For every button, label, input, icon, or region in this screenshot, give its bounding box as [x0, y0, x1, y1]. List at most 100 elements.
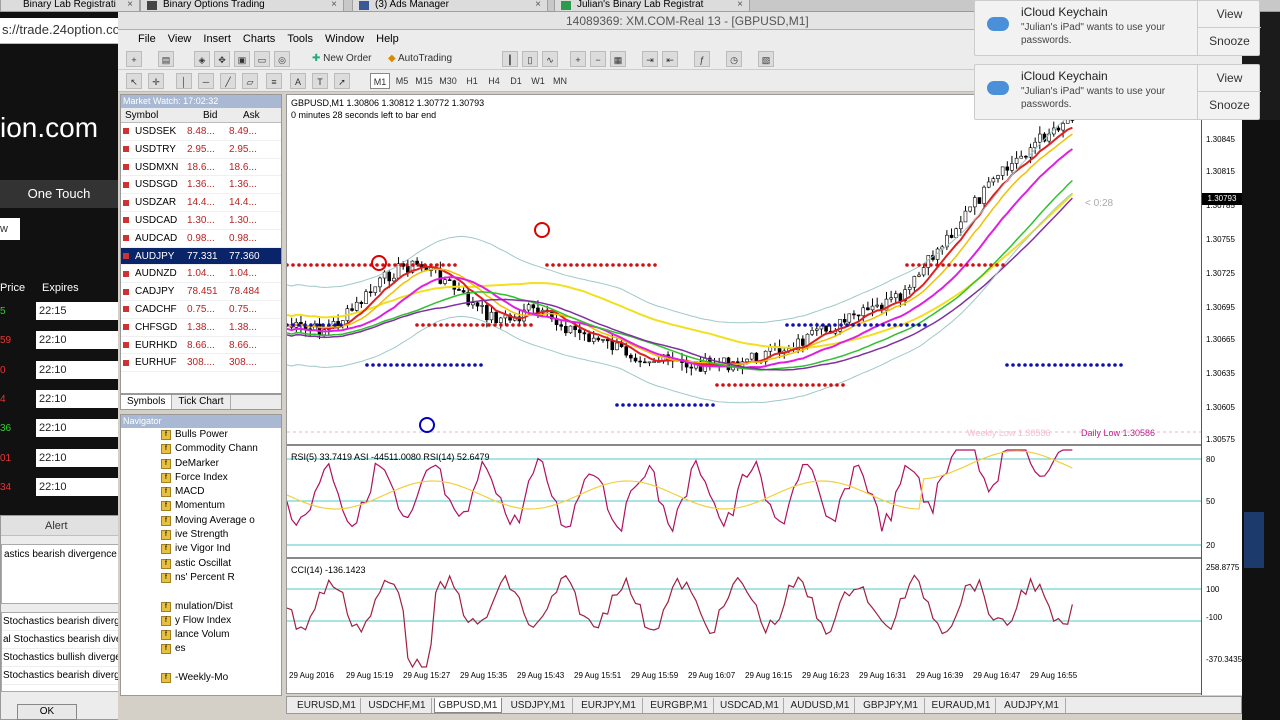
navigator-item[interactable]: f ive Strength — [121, 528, 281, 542]
market-watch-row[interactable]: AUDNZD 1.04... 1.04... — [121, 265, 281, 284]
menu-help[interactable]: Help — [370, 30, 405, 48]
navigator-item[interactable]: f ive Vigor Ind — [121, 542, 281, 556]
chart-tab[interactable]: EURJPY,M1 — [575, 698, 643, 713]
text-icon[interactable]: A — [290, 73, 306, 89]
browser-tab[interactable]: (3) Ads Manager × — [352, 0, 548, 12]
timeframe-m15[interactable]: M15 — [414, 73, 434, 89]
menu-file[interactable]: File — [132, 30, 162, 48]
market-watch-row[interactable]: USDMXN 18.6... 18.6... — [121, 159, 281, 177]
view-button[interactable]: View — [1197, 65, 1261, 92]
timeframe-d1[interactable]: D1 — [506, 73, 526, 89]
view-button[interactable]: View — [1197, 1, 1261, 28]
navigator-item[interactable] — [121, 657, 281, 671]
expires-select[interactable]: 22:10 — [36, 389, 118, 408]
fibonacci-icon[interactable]: ≡ — [266, 73, 282, 89]
browser-tab[interactable]: Binary Lab Registrati × — [0, 0, 140, 12]
tester-icon[interactable]: ◎ — [274, 51, 290, 67]
periods-icon[interactable]: ◷ — [726, 51, 742, 67]
navigator-item[interactable]: f lance Volum — [121, 628, 281, 642]
bid-column-header[interactable]: Bid — [203, 108, 217, 123]
expires-select[interactable]: 22:10 — [36, 360, 118, 379]
navigator-icon[interactable]: ▣ — [234, 51, 250, 67]
vertical-line-icon[interactable]: │ — [176, 73, 192, 89]
navigator-item[interactable]: f Momentum — [121, 499, 281, 513]
profiles-icon[interactable]: ▤ — [158, 51, 174, 67]
chart-tab[interactable]: GBPUSD,M1 — [434, 698, 502, 713]
bar-chart-icon[interactable]: ┃ — [502, 51, 518, 67]
close-icon[interactable]: × — [737, 0, 743, 10]
symbol-column-header[interactable]: Symbol — [125, 108, 158, 123]
market-watch-row[interactable]: AUDJPY 77.331 77.360 — [121, 247, 281, 266]
browser-tab[interactable]: Julian's Binary Lab Registrat × — [554, 0, 750, 12]
new-chart-icon[interactable]: + — [126, 51, 142, 67]
navigator-item[interactable]: f Bulls Power — [121, 428, 281, 442]
new-order-button[interactable]: ✚ New Order — [312, 51, 378, 67]
channel-icon[interactable]: ▱ — [242, 73, 258, 89]
navigator-item[interactable]: f ns' Percent R — [121, 571, 281, 585]
market-watch-row[interactable]: CHFSGD 1.38... 1.38... — [121, 319, 281, 337]
timeframe-m30[interactable]: M30 — [438, 73, 458, 89]
expires-select[interactable]: 22:10 — [36, 419, 118, 438]
text-label-icon[interactable]: T — [312, 73, 328, 89]
chart-tab[interactable]: USDCHF,M1 — [364, 698, 432, 713]
expires-select[interactable]: 22:10 — [36, 331, 118, 350]
market-watch-row[interactable]: CADJPY 78.451 78.484 — [121, 283, 281, 301]
navigator-item[interactable]: f DeMarker — [121, 457, 281, 471]
web-button[interactable]: w — [0, 218, 20, 240]
market-watch-row[interactable]: USDCAD 1.30... 1.30... — [121, 212, 281, 230]
market-watch-row[interactable]: EURHKD 8.66... 8.66... — [121, 337, 281, 355]
cursor-icon[interactable]: ↖ — [126, 73, 142, 89]
market-watch-row[interactable]: USDTRY 2.95... 2.95... — [121, 141, 281, 159]
templates-icon[interactable]: ▧ — [758, 51, 774, 67]
navigator-item[interactable]: f Force Index — [121, 471, 281, 485]
chart-tab[interactable]: AUDJPY,M1 — [998, 698, 1066, 713]
trendline-icon[interactable]: ╱ — [220, 73, 236, 89]
auto-trading-button[interactable]: ◆ AutoTrading — [388, 51, 480, 67]
timeframe-m1[interactable]: M1 — [370, 73, 390, 89]
snooze-button[interactable]: Snooze — [1197, 28, 1261, 55]
market-watch-row[interactable]: AUDCAD 0.98... 0.98... — [121, 230, 281, 248]
navigator-item[interactable]: f y Flow Index — [121, 614, 281, 628]
navigator-item[interactable]: f es — [121, 642, 281, 656]
navigator-item[interactable]: f -Weekly-Mo — [121, 671, 281, 685]
url-bar[interactable]: s://trade.24option.co — [0, 18, 118, 44]
data-window-icon[interactable]: ✥ — [214, 51, 230, 67]
expires-select[interactable]: 22:15 — [36, 302, 118, 320]
timeframe-w1[interactable]: W1 — [528, 73, 548, 89]
autoscroll-icon[interactable]: ⇥ — [642, 51, 658, 67]
chart-tab[interactable]: USDJPY,M1 — [505, 698, 573, 713]
close-icon[interactable]: × — [535, 0, 541, 10]
candlestick-icon[interactable]: ▯ — [522, 51, 538, 67]
navigator-item[interactable]: f astic Oscillat — [121, 557, 281, 571]
browser-tab[interactable]: Binary Options Trading × — [140, 0, 344, 12]
chart-tab[interactable]: AUDUSD,M1 — [787, 698, 855, 713]
chart-tab[interactable]: EURAUD,M1 — [928, 698, 996, 713]
timeframe-h4[interactable]: H4 — [484, 73, 504, 89]
timeframe-h1[interactable]: H1 — [462, 73, 482, 89]
timeframe-mn[interactable]: MN — [550, 73, 570, 89]
line-chart-icon[interactable]: ∿ — [542, 51, 558, 67]
chart-shift-icon[interactable]: ⇤ — [662, 51, 678, 67]
snooze-button[interactable]: Snooze — [1197, 92, 1261, 119]
price-scale[interactable]: 1.30845 1.30815 1.30785 1.30755 1.30725 1.306… — [1201, 95, 1243, 695]
menu-window[interactable]: Window — [319, 30, 370, 48]
menu-tools[interactable]: Tools — [281, 30, 319, 48]
pane-divider[interactable] — [287, 557, 1201, 559]
market-watch-row[interactable]: USDZAR 14.4... 14.4... — [121, 194, 281, 212]
navigator-item[interactable] — [121, 585, 281, 599]
tab-symbols[interactable]: Symbols — [121, 395, 173, 409]
navigator-item[interactable]: f mulation/Dist — [121, 600, 281, 614]
price-chart[interactable] — [287, 95, 1201, 695]
chart-tab[interactable]: EURGBP,M1 — [646, 698, 714, 713]
pane-divider[interactable] — [287, 444, 1201, 446]
icloud-notification[interactable]: iCloud Keychain "Julian's iPad" wants to… — [974, 64, 1261, 120]
market-watch-row[interactable]: USDSEK 8.48... 8.49... — [121, 123, 281, 141]
timeframe-m5[interactable]: M5 — [392, 73, 412, 89]
chart-tab[interactable]: EURUSD,M1 — [293, 698, 361, 713]
navigator-item[interactable]: f Moving Average o — [121, 514, 281, 528]
navigator-item[interactable]: f Commodity Chann — [121, 442, 281, 456]
expires-select[interactable]: 22:10 — [36, 448, 118, 467]
zoom-in-icon[interactable]: + — [570, 51, 586, 67]
icloud-notification[interactable]: iCloud Keychain "Julian's iPad" wants to… — [974, 0, 1261, 56]
market-watch-row[interactable]: EURHUF 308.... 308.... — [121, 354, 281, 373]
